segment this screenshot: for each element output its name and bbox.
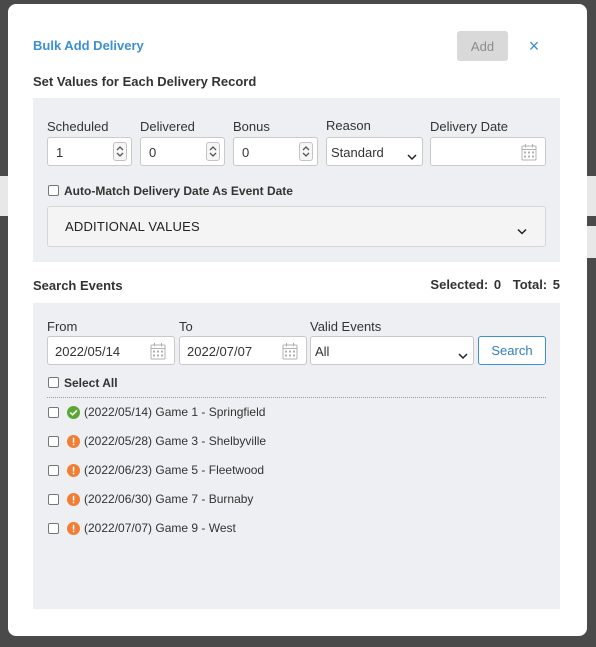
select-all-label: Select All <box>64 376 118 390</box>
warning-circle-icon <box>67 522 80 535</box>
delivered-value: 0 <box>149 145 157 160</box>
close-icon[interactable]: × <box>526 37 542 56</box>
scheduled-label: Scheduled <box>47 119 109 134</box>
to-date-input[interactable]: 2022/07/07 <box>179 336 307 365</box>
event-label: (2022/06/23) Game 5 - Fleetwood <box>84 463 265 477</box>
background-page-strip <box>587 226 596 258</box>
spinner-arrows-icon[interactable] <box>206 142 220 161</box>
event-checkbox[interactable] <box>48 436 59 447</box>
from-date-input[interactable]: 2022/05/14 <box>47 336 175 365</box>
delivery-date-input[interactable] <box>430 137 546 166</box>
spinner-arrows-icon[interactable] <box>299 142 313 161</box>
selected-label: Selected: <box>430 277 489 292</box>
calendar-icon[interactable] <box>521 143 537 166</box>
calendar-icon[interactable] <box>150 342 166 365</box>
add-button[interactable]: Add <box>457 31 508 61</box>
reason-value: Standard <box>331 145 384 160</box>
to-date-value: 2022/07/07 <box>187 344 253 359</box>
delivery-date-label: Delivery Date <box>430 119 509 134</box>
from-date-value: 2022/05/14 <box>55 344 121 359</box>
select-all-checkbox[interactable] <box>48 377 59 388</box>
event-checkbox[interactable] <box>48 523 59 534</box>
additional-values-label: ADDITIONAL VALUES <box>65 219 200 234</box>
bonus-input[interactable]: 0 <box>233 137 318 166</box>
spinner-arrows-icon[interactable] <box>113 142 127 161</box>
valid-events-select[interactable]: All <box>310 336 474 365</box>
total-count: 5 <box>552 277 560 292</box>
valid-events-value: All <box>315 344 330 359</box>
background-page-strip <box>0 176 8 216</box>
event-label: (2022/06/30) Game 7 - Burnaby <box>84 492 254 506</box>
to-label: To <box>179 319 193 334</box>
reason-label: Reason <box>326 118 371 133</box>
scheduled-value: 1 <box>56 145 64 160</box>
chevron-down-icon <box>517 222 527 240</box>
selection-counts: Selected: 0 Total: 5 <box>428 277 560 292</box>
event-label: (2022/05/28) Game 3 - Shelbyville <box>84 434 267 448</box>
event-row[interactable]: (2022/06/30) Game 7 - Burnaby <box>8 491 587 509</box>
total-label: Total: <box>512 277 548 292</box>
valid-events-label: Valid Events <box>310 319 382 334</box>
bulk-add-delivery-modal: Bulk Add Delivery Add × Set Values for E… <box>8 4 587 636</box>
additional-values-accordion[interactable]: ADDITIONAL VALUES <box>47 206 546 247</box>
modal-title: Bulk Add Delivery <box>33 38 144 53</box>
warning-circle-icon <box>67 435 80 448</box>
divider <box>47 397 546 398</box>
search-events-title: Search Events <box>33 278 123 293</box>
event-label: (2022/07/07) Game 9 - West <box>84 521 236 535</box>
event-row[interactable]: (2022/06/23) Game 5 - Fleetwood <box>8 462 587 480</box>
delivered-label: Delivered <box>140 119 195 134</box>
bonus-value: 0 <box>242 145 250 160</box>
event-checkbox[interactable] <box>48 465 59 476</box>
event-label: (2022/05/14) Game 1 - Springfield <box>84 405 266 419</box>
auto-match-checkbox[interactable] <box>48 185 59 196</box>
values-section-title: Set Values for Each Delivery Record <box>33 74 257 89</box>
background-page-strip <box>587 176 596 216</box>
from-label: From <box>47 319 78 334</box>
warning-circle-icon <box>67 464 80 477</box>
event-checkbox[interactable] <box>48 494 59 505</box>
reason-select[interactable]: Standard <box>326 137 423 166</box>
chevron-down-icon <box>407 148 417 166</box>
search-button[interactable]: Search <box>478 336 546 365</box>
event-checkbox[interactable] <box>48 407 59 418</box>
chevron-down-icon <box>458 347 468 365</box>
bonus-label: Bonus <box>233 119 270 134</box>
event-row[interactable]: (2022/05/28) Game 3 - Shelbyville <box>8 433 587 451</box>
selected-count: 0 <box>493 277 502 292</box>
event-row[interactable]: (2022/07/07) Game 9 - West <box>8 520 587 538</box>
check-circle-icon <box>67 406 80 419</box>
auto-match-label: Auto-Match Delivery Date As Event Date <box>64 184 293 198</box>
calendar-icon[interactable] <box>282 342 298 365</box>
warning-circle-icon <box>67 493 80 506</box>
delivered-input[interactable]: 0 <box>140 137 225 166</box>
event-row[interactable]: (2022/05/14) Game 1 - Springfield <box>8 404 587 422</box>
scheduled-input[interactable]: 1 <box>47 137 132 166</box>
